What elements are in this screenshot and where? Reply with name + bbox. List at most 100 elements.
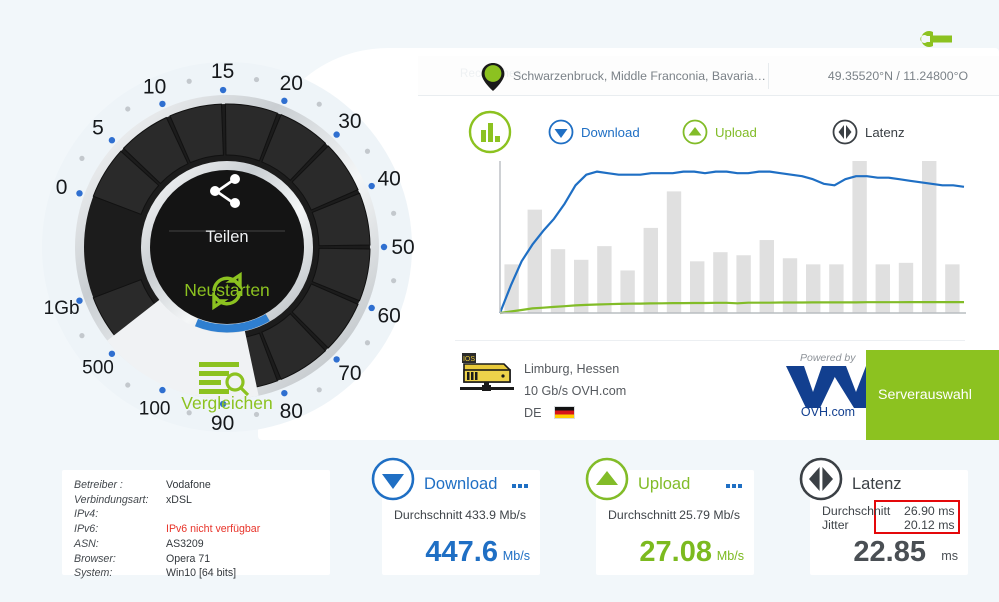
gauge-scale-label: 30 (338, 110, 361, 133)
latency-jitter-value: 20.12 ms (904, 518, 955, 532)
connection-info-table: Betreiber : Vodafone Verbindungsart: xDSL IP… (74, 479, 260, 582)
legend-label-latency: Latenz (865, 124, 905, 140)
gauge-tick (76, 190, 83, 197)
speedtest-app: Rechtliches Schwarzenbruck, Middle Franc… (0, 0, 999, 602)
legend-label-download: Download (581, 124, 640, 140)
gauge-scale-label: 0 (56, 176, 68, 199)
upload-arrow-icon (682, 119, 708, 145)
speed-chart (490, 155, 968, 320)
gauge-scale-label: 50 (391, 236, 414, 259)
share-label[interactable]: Teilen (147, 228, 307, 247)
info-value: Vodafone (166, 479, 211, 491)
download-avg-value: 433.9 Mb/s (465, 508, 526, 522)
gauge-scale-label: 500 (82, 358, 114, 379)
chart-bar (597, 246, 612, 313)
gauge-tick (281, 97, 288, 105)
gauge-minor-dot (253, 76, 260, 83)
upload-avg-value: 25.79 Mb/s (679, 508, 740, 522)
info-row: Browser: Opera 71 (74, 553, 260, 568)
latency-avg-value: 26.90 ms (904, 504, 955, 518)
map-pin-icon (480, 62, 506, 92)
chart-bar (898, 262, 914, 313)
latency-avg-label: Durchschnitt (822, 504, 891, 518)
gauge-scale-label: 5 (92, 116, 104, 139)
gauge-tick (219, 86, 227, 94)
latency-icon[interactable] (798, 456, 844, 502)
more-options-icon[interactable] (512, 484, 528, 488)
info-value: IPv6 nicht verfügbar (166, 523, 261, 536)
more-options-icon[interactable] (726, 484, 742, 488)
latency-card: Latenz Durchschnitt 26.90 ms Jitter 20.1… (799, 457, 968, 575)
bar-chart-icon[interactable] (468, 110, 512, 154)
gauge-minor-dot (364, 340, 371, 346)
gauge-minor-dot (125, 106, 131, 112)
info-key: Verbindungsart: (74, 493, 149, 506)
chart-bar (550, 249, 566, 313)
info-value: Win10 [64 bits] (166, 567, 237, 580)
legend-item-latency[interactable]: Latenz (832, 119, 905, 145)
de-flag-icon (554, 406, 575, 419)
gauge-minor-dot (364, 148, 371, 154)
gauge-scale-label: 1Gb (44, 298, 80, 319)
divider (455, 340, 965, 341)
gauge-minor-dot (316, 387, 322, 393)
gauge-scale-label: 40 (378, 168, 401, 191)
chart-bar (782, 258, 798, 313)
gauge-minor-dot (125, 382, 131, 388)
upload-card-title: Upload (638, 475, 691, 493)
ovh-logo: OVH.com (782, 362, 874, 419)
latency-jitter-label: Jitter (822, 518, 849, 532)
legend-item-upload[interactable]: Upload (682, 119, 757, 145)
info-row: IPv6: IPv6 nicht verfügbar (74, 523, 260, 538)
info-key: ASN: (74, 537, 99, 550)
location-name: Schwarzenbruck, Middle Franconia, Bavari… (513, 69, 766, 83)
chart-bar (643, 227, 658, 313)
chart-bar (666, 191, 682, 313)
chart-line-download (498, 170, 965, 314)
gauge-tick (380, 243, 388, 251)
gauge-tick (108, 137, 116, 144)
gauge-scale-label: 70 (338, 362, 361, 385)
latency-value: 22.85 (853, 536, 926, 568)
latency-unit: ms (941, 549, 958, 563)
info-key: IPv4: (74, 508, 99, 521)
info-key: Betreiber : (74, 479, 123, 491)
latency-card-title: Latenz (852, 475, 902, 493)
chart-bar (945, 264, 960, 313)
info-row: IPv4: (74, 508, 260, 523)
speed-gauge[interactable]: 0 5 10 15 20 30 40 50 60 70 80 90 100 500 1Gb Teilen N… (32, 48, 422, 446)
server-capacity: 10 Gb/s OVH.com (524, 384, 627, 398)
server-city: Limburg, Hessen (524, 362, 620, 376)
gauge-minor-dot (186, 78, 192, 84)
server-country: DE (524, 402, 626, 424)
gauge-scale-label: 20 (280, 72, 303, 95)
chart-bar (875, 264, 890, 313)
gauge-tick (108, 350, 116, 357)
info-key: IPv6: (74, 523, 99, 536)
upload-arrow-icon[interactable] (584, 456, 630, 502)
info-value: xDSL (166, 493, 192, 506)
download-unit: Mb/s (502, 549, 530, 563)
info-value: Opera 71 (166, 552, 211, 565)
server-select-button[interactable]: Serverauswahl (866, 350, 999, 440)
server-icon: IOS (458, 352, 516, 400)
upload-unit: Mb/s (716, 549, 744, 563)
gauge-minor-dot (316, 101, 322, 107)
svg-text:OVH.com: OVH.com (801, 405, 855, 418)
latency-icon (832, 119, 858, 145)
gauge-tick (368, 182, 375, 190)
restart-label[interactable]: Neustarten (147, 280, 307, 301)
server-details: Limburg, Hessen 10 Gb/s OVH.com DE (524, 358, 626, 424)
info-row: System: Win10 [64 bits] (74, 567, 260, 582)
download-arrow-icon[interactable] (370, 456, 416, 502)
compare-label[interactable]: Vergleichen (147, 393, 307, 414)
upload-value: 27.08 (639, 536, 712, 568)
info-row: ASN: AS3209 (74, 538, 260, 553)
info-row: Betreiber : Vodafone (74, 479, 260, 494)
chart-bar (620, 270, 635, 313)
chart-bar (690, 261, 705, 313)
legend-item-download[interactable]: Download (548, 119, 640, 145)
upload-avg-label: Durchschnitt (608, 508, 677, 522)
gauge-minor-dot (79, 333, 85, 339)
divider (768, 63, 769, 89)
